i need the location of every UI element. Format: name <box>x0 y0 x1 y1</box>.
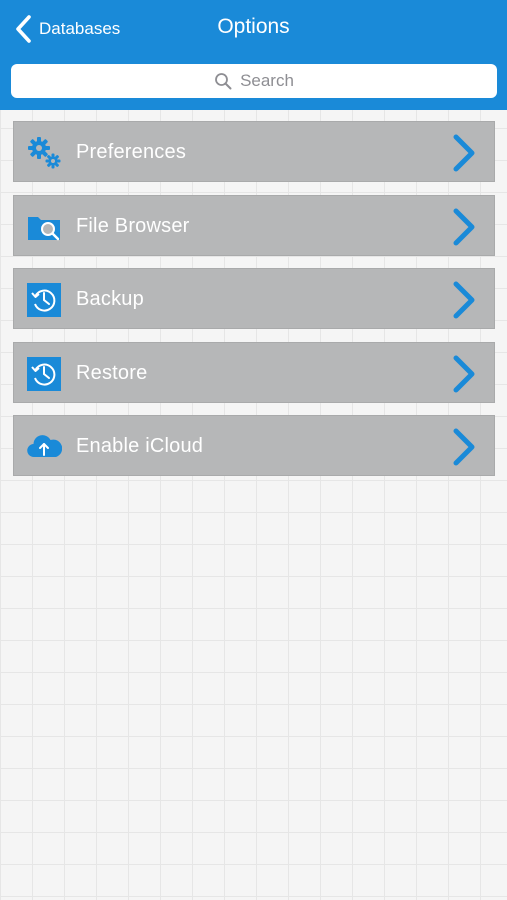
search-icon <box>215 73 232 90</box>
cloud-upload-icon <box>27 435 62 458</box>
chevron-right-icon <box>453 281 475 319</box>
search-placeholder: Search <box>240 71 294 90</box>
gears-icon <box>28 137 61 169</box>
search-input[interactable]: Search <box>11 64 497 98</box>
menu-item-label: Restore <box>76 361 148 384</box>
chevron-right-icon <box>453 134 475 172</box>
menu-item-restore[interactable]: Restore <box>13 341 495 403</box>
navigation-bar: Databases Options Search <box>0 0 507 110</box>
menu-item-label: Enable iCloud <box>76 435 204 457</box>
chevron-right-icon <box>453 428 475 466</box>
folder-search-icon <box>28 216 60 240</box>
menu-item-enable-icloud[interactable]: Enable iCloud <box>13 415 495 476</box>
options-menu: Preferences File Browser Backup Restore … <box>13 121 495 489</box>
chevron-right-icon <box>453 355 475 392</box>
clock-history-icon <box>27 356 61 391</box>
menu-item-label: File Browser <box>76 214 190 237</box>
page-title: Options <box>217 15 290 38</box>
menu-item-backup[interactable]: Backup <box>13 268 495 329</box>
menu-item-label: Preferences <box>76 141 187 163</box>
clock-history-icon <box>27 283 61 317</box>
menu-item-preferences[interactable]: Preferences <box>13 121 495 182</box>
chevron-right-icon <box>453 208 475 245</box>
menu-item-file-browser[interactable]: File Browser <box>13 194 495 256</box>
menu-item-label: Backup <box>76 288 144 310</box>
